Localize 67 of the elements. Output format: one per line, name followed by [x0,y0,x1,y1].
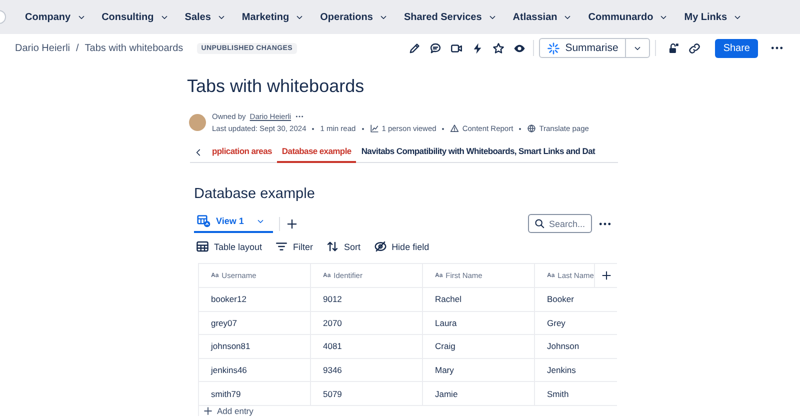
table-icon [196,240,209,253]
eye-slash-icon [374,240,387,253]
add-view-button[interactable] [286,218,298,230]
table-cell: Mary [423,358,535,382]
sparkle-icon [547,42,560,54]
table-cell: 2070 [311,312,423,336]
table-cell: Grey [535,312,617,336]
search-field[interactable]: Search... [528,214,592,233]
breadcrumb-link[interactable]: Tabs with whiteboards [84,42,184,54]
table-cell: 5079 [311,382,423,406]
star-icon [492,42,506,54]
table-cell: Rachel [423,288,535,312]
table-cell: Smith [535,382,617,406]
table-cell: smith79 [199,382,311,406]
table-cell: grey07 [199,312,311,336]
plus-icon [600,270,612,281]
page-title: Tabs with whiteboards [187,75,366,97]
view-tab[interactable]: View 1 [194,214,273,233]
toolbar-button[interactable]: Filter [275,240,314,253]
nav-menu-item[interactable]: Consulting [94,8,176,26]
search-icon [534,218,545,229]
table-cell: 9012 [311,288,423,312]
lock-icon [667,42,680,54]
link-icon [688,42,702,54]
table-cell: Jenkins [535,358,617,382]
nav-menu-item[interactable]: My Links [677,8,750,26]
table-cell: Jamie [423,382,535,406]
page-tab[interactable]: pplication areas [207,146,277,163]
database-title: Database example [194,186,316,202]
breadcrumb-separator: / [76,42,79,54]
table-cell: johnson81 [199,335,311,359]
share-button[interactable]: Share [715,38,758,58]
breadcrumb-link[interactable]: Dario Heierli [15,42,70,54]
toolbar-button[interactable]: Hide field [374,240,430,253]
toolbar-button[interactable]: Table layout [196,240,262,253]
chart-icon [370,124,379,133]
video-icon [450,42,464,54]
globe-icon [527,124,536,133]
chevron-left-icon [194,148,203,156]
nav-menu-item[interactable]: Marketing [234,8,312,26]
table-cell: Craig [423,335,535,359]
avatar [189,114,206,131]
page-tab[interactable]: Navitabs Compatibility with Whiteboards, Smart Links and Dat [356,146,600,163]
plus-icon [203,406,213,416]
toolbar-button[interactable]: Sort [326,240,361,253]
table-cell: 9346 [311,358,423,382]
plus-icon [286,218,298,230]
table-cell: jenkins46 [199,358,311,382]
table-view-icon [197,214,211,228]
comment-icon [429,42,442,54]
nav-menu-item[interactable]: Shared Services [396,8,504,26]
table-cell: Laura [423,312,535,336]
nav-menu-item[interactable]: Communardo [581,8,676,26]
nav-menu-item[interactable]: Operations [313,8,395,26]
page-tab[interactable]: Database example [276,146,356,163]
table-cell: 4081 [311,335,423,359]
add-entry-button[interactable]: Add entry [203,406,254,416]
warning-icon [450,124,460,133]
nav-menu-item[interactable]: Company [18,8,93,26]
nav-menu-item[interactable]: Atlassian [506,8,580,26]
sort-icon [326,240,340,253]
nav-menu-item[interactable]: Sales [178,8,233,26]
table-cell: Booker [535,288,617,312]
table-cell: Johnson [535,335,617,359]
table-cell: booker12 [199,288,311,312]
edit-icon [408,42,422,54]
filter-icon [275,240,288,253]
